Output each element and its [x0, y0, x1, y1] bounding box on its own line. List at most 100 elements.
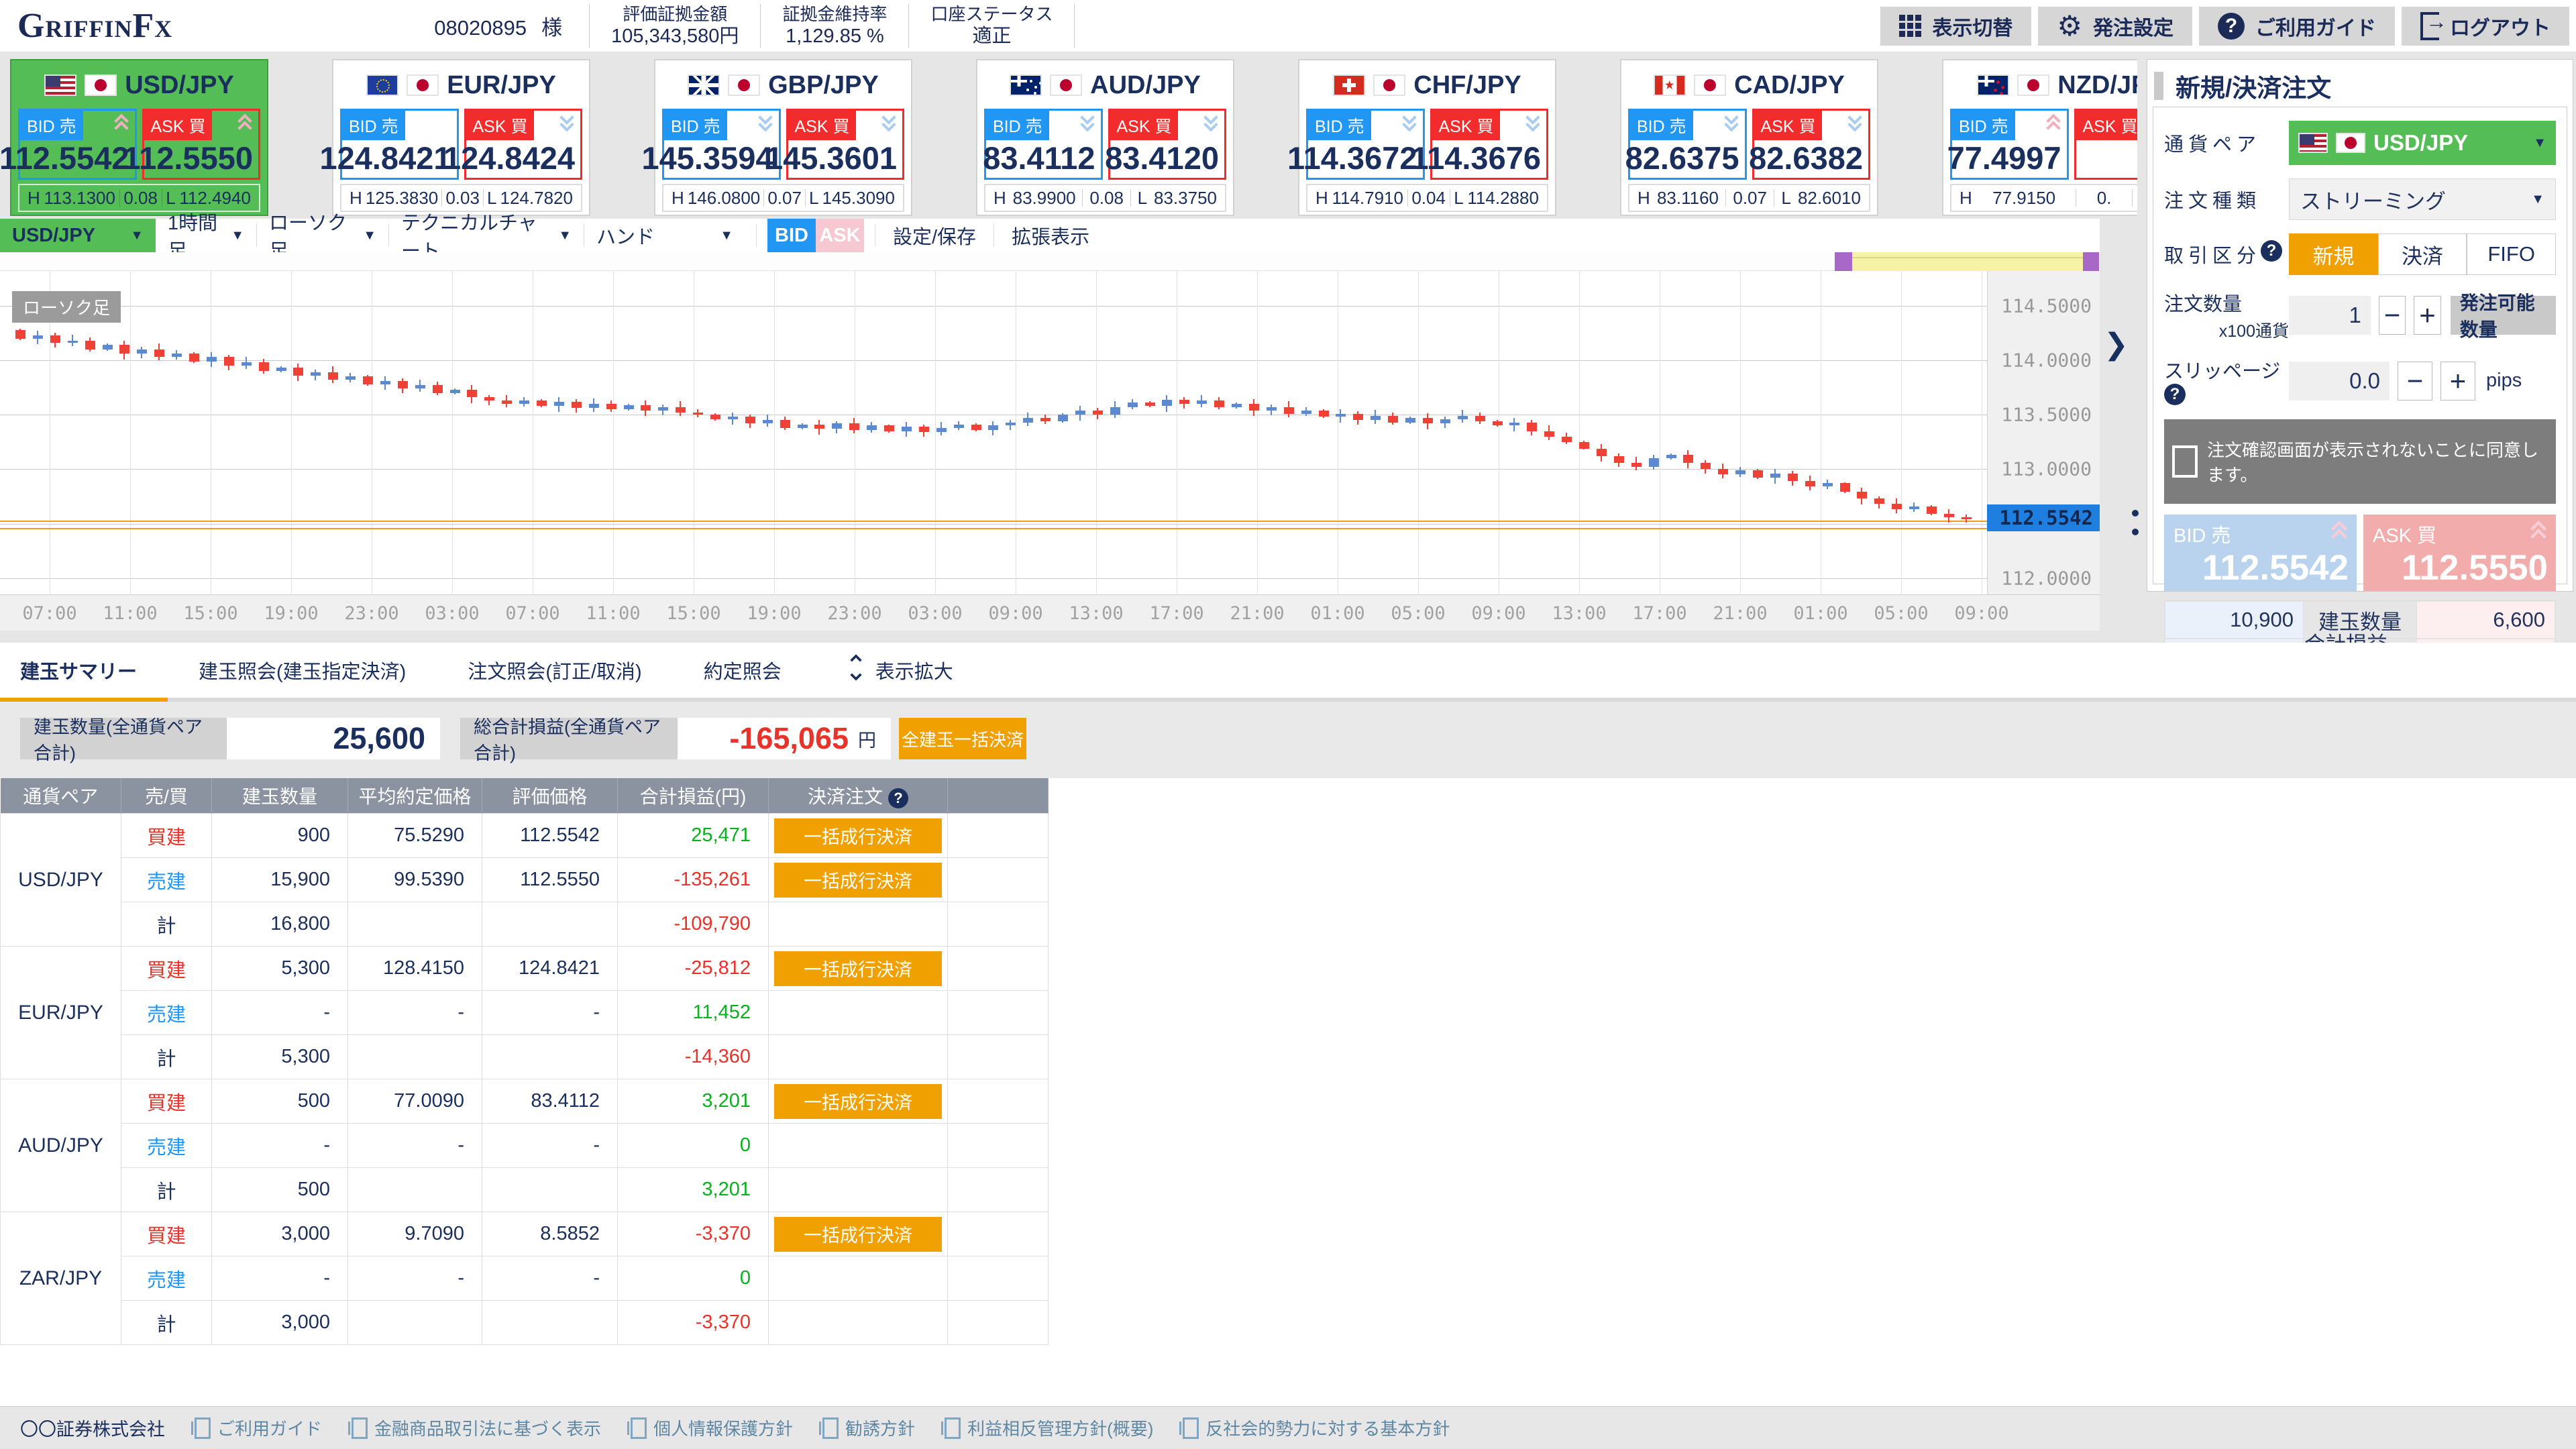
- candle-body: [572, 402, 582, 409]
- bulk-settle-button[interactable]: 一括成行決済: [774, 818, 942, 853]
- quantity-plus-button[interactable]: +: [2414, 296, 2440, 335]
- slippage-plus-button[interactable]: +: [2440, 362, 2475, 400]
- tab-2[interactable]: 建玉照会(建玉指定決済): [168, 643, 437, 698]
- footer-link[interactable]: 利益相反管理方針(概要): [945, 1415, 1153, 1440]
- spread-value: 0.04: [1411, 188, 1446, 209]
- tool-select[interactable]: ハンド ▼: [584, 219, 745, 252]
- chart-navigator[interactable]: [0, 252, 2100, 271]
- tile-ask-button[interactable]: ASK 買124.8424: [464, 109, 583, 180]
- quantity-input[interactable]: 1: [2289, 296, 2371, 335]
- category-決済-button[interactable]: 決済: [2378, 233, 2467, 275]
- quantity-minus-button[interactable]: −: [2379, 296, 2406, 335]
- candle-body: [1840, 483, 1850, 492]
- slippage-input[interactable]: 0.0: [2289, 362, 2390, 400]
- currency-tile-aud-jpy[interactable]: AUD/JPYBID 売83.4112ASK 買83.4120H83.99000…: [976, 59, 1234, 216]
- currency-tile-eur-jpy[interactable]: EUR/JPYBID 売124.8421ASK 買124.8424H125.38…: [332, 59, 590, 216]
- bulk-settle-button[interactable]: 一括成行決済: [774, 1217, 942, 1252]
- category-新規-button[interactable]: 新規: [2289, 233, 2378, 275]
- footer-link[interactable]: ご利用ガイド: [195, 1415, 322, 1440]
- bulk-settle-button[interactable]: 一括成行決済: [774, 1084, 942, 1119]
- order-settings-button[interactable]: ⚙発注設定: [2038, 7, 2192, 46]
- logout-button[interactable]: ログアウト: [2402, 7, 2569, 46]
- available-quantity-button[interactable]: 発注可能数量: [2451, 296, 2556, 335]
- side-cell: 計: [121, 1168, 212, 1212]
- help-icon[interactable]: ?: [2164, 384, 2186, 405]
- confirm-skip-consent[interactable]: 注文確認画面が表示されないことに同意します。: [2164, 419, 2556, 504]
- expand-view-button[interactable]: 拡張表示: [994, 219, 1107, 252]
- divider: [805, 189, 806, 207]
- buy-ask-button[interactable]: ASK 買 112.5550: [2363, 515, 2556, 591]
- navigator-left-handle[interactable]: [1835, 252, 1852, 271]
- footer-link[interactable]: 個人情報保護方針: [631, 1415, 793, 1440]
- sell-bid-button[interactable]: BID 売 112.5542: [2164, 515, 2357, 591]
- tile-bid-button[interactable]: BID 売83.4112: [984, 109, 1103, 180]
- footer-link[interactable]: 反社会的勢力に対する基本方針: [1183, 1415, 1450, 1440]
- panel-collapse-chevron-icon[interactable]: [2104, 327, 2140, 364]
- timeframe-select[interactable]: 1時間足 ▼: [156, 219, 256, 252]
- tile-pair-name: CAD/JPY: [1734, 71, 1845, 100]
- currency-tile-nzd-jpy[interactable]: NZD/JPYBID 売77.4997ASK 買H77.91500.L: [1942, 59, 2137, 216]
- pl-cell: 0: [618, 1124, 769, 1168]
- document-icon: [822, 1417, 839, 1439]
- chart-pair-select[interactable]: USD/JPY ▼: [0, 219, 156, 252]
- tile-bid-button[interactable]: BID 売145.3594: [662, 109, 781, 180]
- navigator-right-handle[interactable]: [2083, 252, 2099, 271]
- tile-bid-button[interactable]: BID 売112.5542: [18, 109, 137, 180]
- logout-icon: [2420, 12, 2439, 40]
- bulk-settle-button[interactable]: 一括成行決済: [774, 863, 942, 898]
- category-FIFO-button[interactable]: FIFO: [2467, 233, 2556, 275]
- tile-ask-button[interactable]: ASK 買: [2074, 109, 2138, 180]
- chart-plot-area[interactable]: [0, 271, 1987, 594]
- help-icon[interactable]: ?: [2261, 240, 2282, 262]
- footer-link[interactable]: 勧誘方針: [822, 1415, 915, 1440]
- bulk-settle-button[interactable]: 一括成行決済: [774, 951, 942, 986]
- technical-select[interactable]: テクニカルチャート ▼: [389, 219, 584, 252]
- tile-bid-button[interactable]: BID 売77.4997: [1950, 109, 2069, 180]
- high-label: H: [1638, 188, 1650, 209]
- tile-ask-button[interactable]: ASK 買114.3676: [1430, 109, 1549, 180]
- guide-button[interactable]: ?ご利用ガイド: [2199, 7, 2395, 46]
- y-axis-label: 113.5000: [2001, 404, 2092, 426]
- tile-bid-button[interactable]: BID 売114.3672: [1306, 109, 1425, 180]
- tab-1[interactable]: 建玉サマリー: [0, 643, 168, 698]
- tile-bid-button[interactable]: BID 売82.6375: [1628, 109, 1747, 180]
- tile-ask-button[interactable]: ASK 買82.6382: [1752, 109, 1871, 180]
- table-row: 売建15,90099.5390112.5550-135,261一括成行決済: [1, 858, 1049, 902]
- help-icon[interactable]: ?: [888, 788, 908, 808]
- candle-body: [1614, 456, 1624, 463]
- pair-dropdown[interactable]: USD/JPY ▼: [2289, 121, 2556, 165]
- tile-bid-button[interactable]: BID 売124.8421: [340, 109, 459, 180]
- close-all-positions-button[interactable]: 全建玉一括決済: [899, 718, 1026, 759]
- side-cell: 計: [121, 1301, 212, 1345]
- tile-ask-button[interactable]: ASK 買145.3601: [786, 109, 905, 180]
- chart-type-select[interactable]: ローソク足 ▼: [257, 219, 388, 252]
- footer-link[interactable]: 金融商品取引法に基づく表示: [352, 1415, 601, 1440]
- candle-body: [450, 390, 460, 393]
- view-toggle-button[interactable]: 表示切替: [1880, 7, 2031, 46]
- ask-toggle[interactable]: ASK: [816, 219, 864, 252]
- bid-chip: BID 売: [1630, 111, 1693, 140]
- pair-name-cell: USD/JPY: [1, 814, 121, 947]
- currency-tile-cad-jpy[interactable]: CAD/JPYBID 売82.6375ASK 買82.6382H83.11600…: [1620, 59, 1878, 216]
- average-price-line: [0, 528, 1987, 529]
- currency-tile-usd-jpy[interactable]: USD/JPYBID 売112.5542ASK 買112.5550H113.13…: [10, 59, 268, 216]
- fx-trading-app: GriffinFx 08020895 様 評価証拠金額105,343,580円証…: [0, 0, 2576, 1449]
- order-type-dropdown[interactable]: ストリーミング ▼: [2289, 178, 2556, 220]
- tile-ask-button[interactable]: ASK 買112.5550: [142, 109, 261, 180]
- consent-checkbox[interactable]: [2172, 445, 2198, 478]
- bid-toggle[interactable]: BID: [767, 219, 816, 252]
- tab-4[interactable]: 約定照会: [673, 643, 812, 698]
- save-settings-button[interactable]: 設定/保存: [875, 219, 994, 252]
- tile-ask-button[interactable]: ASK 買83.4120: [1108, 109, 1227, 180]
- candle-body: [606, 404, 616, 409]
- navigator-window[interactable]: [1852, 252, 2083, 271]
- candle-body: [519, 400, 529, 404]
- currency-tile-chf-jpy[interactable]: CHF/JPYBID 売114.3672ASK 買114.3676H114.79…: [1298, 59, 1556, 216]
- expand-table-button[interactable]: 表示拡大: [846, 653, 953, 688]
- slippage-minus-button[interactable]: −: [2398, 362, 2432, 400]
- document-icon: [195, 1417, 211, 1439]
- currency-tile-gbp-jpy[interactable]: GBP/JPYBID 売145.3594ASK 買145.3601H146.08…: [654, 59, 912, 216]
- empty-cell: [948, 1079, 1049, 1124]
- tab-3[interactable]: 注文照会(訂正/取消): [437, 643, 672, 698]
- candle-body: [119, 345, 129, 354]
